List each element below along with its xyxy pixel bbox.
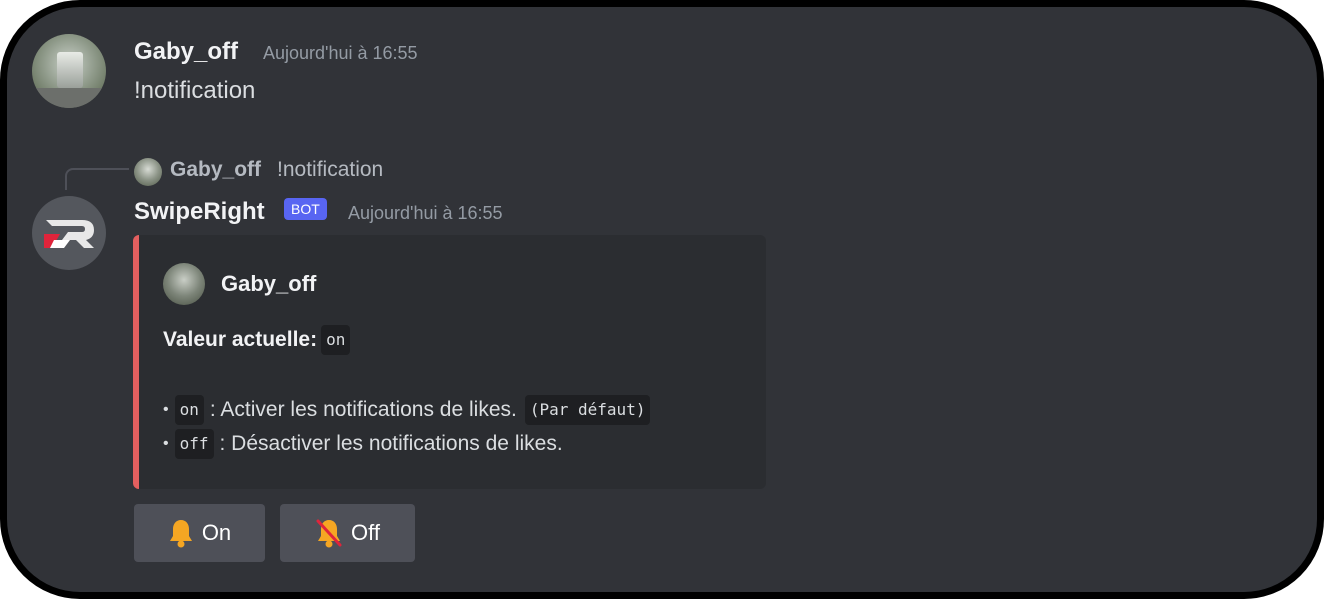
embed-option-off: • off : Désactiver les notifications de …: [163, 429, 563, 459]
option-code: off: [174, 429, 214, 459]
bell-slash-icon: [315, 518, 343, 548]
off-button[interactable]: Off: [280, 504, 415, 562]
reply-author-name[interactable]: Gaby_off: [170, 158, 261, 182]
embed-author-name: Gaby_off: [221, 271, 317, 296]
bot-avatar[interactable]: [32, 196, 106, 270]
bot-badge: BOT: [284, 198, 327, 220]
bullet: •: [163, 435, 169, 452]
bot-message-timestamp[interactable]: Aujourd'hui à 16:55: [348, 203, 503, 224]
option-code: on: [174, 395, 204, 425]
bell-icon: [168, 518, 194, 548]
message-author-name[interactable]: Gaby_off: [134, 38, 238, 66]
option-description: : Désactiver les notifications de likes.: [219, 432, 563, 455]
reply-preview-text[interactable]: !notification: [277, 158, 383, 182]
current-value-code: on: [321, 325, 351, 355]
reply-author-avatar[interactable]: [134, 158, 162, 186]
reply-connector-line: [65, 168, 129, 190]
bullet: •: [163, 401, 169, 418]
embed-field-label: Valeur actuelle:: [163, 328, 318, 351]
swiperight-logo-icon: [44, 220, 94, 248]
chat-window: Gaby_off Aujourd'hui à 16:55 !notificati…: [0, 0, 1324, 599]
on-button[interactable]: On: [134, 504, 265, 562]
default-tag-code: (Par défaut): [524, 395, 651, 425]
avatar-truck-graphic: [57, 52, 83, 88]
embed-option-on: • on : Activer les notifications de like…: [163, 395, 656, 425]
user-avatar[interactable]: [32, 34, 106, 108]
on-button-label: On: [201, 520, 232, 545]
off-button-label: Off: [351, 520, 380, 545]
option-description: : Activer les notifications de likes.: [209, 398, 517, 421]
embed-author-avatar: [163, 263, 205, 305]
message-timestamp[interactable]: Aujourd'hui à 16:55: [263, 43, 418, 64]
bot-author-name[interactable]: SwipeRight: [134, 198, 265, 226]
avatar-road-graphic: [32, 88, 106, 108]
embed-card: Gaby_off Valeur actuelle: on • on : Acti…: [133, 235, 766, 489]
embed-current-value-line: Valeur actuelle: on: [163, 325, 356, 355]
message-content: !notification: [134, 77, 256, 104]
